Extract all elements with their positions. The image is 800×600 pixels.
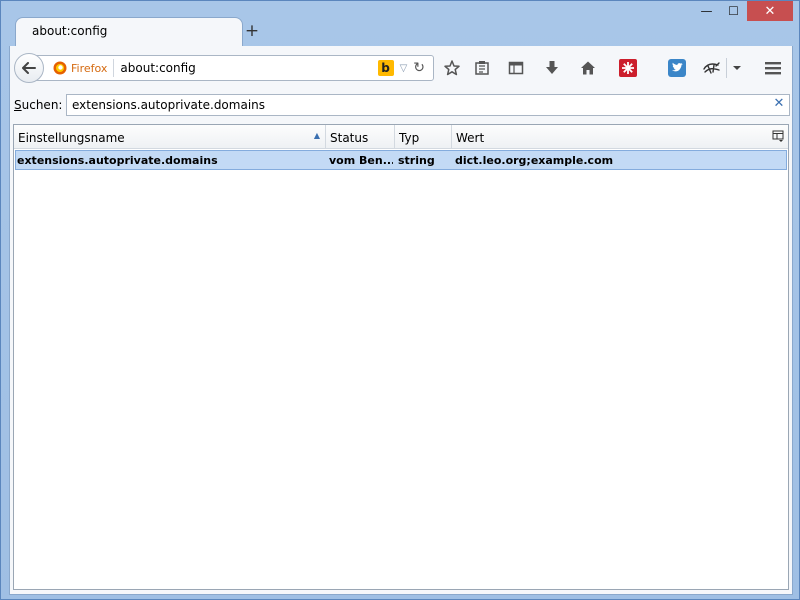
- firefox-icon: [53, 61, 67, 75]
- config-tree[interactable]: Einstellungsname ▲ Status Typ Wert exten…: [13, 124, 789, 590]
- identity-label: Firefox: [71, 61, 108, 75]
- column-picker-icon[interactable]: [772, 130, 784, 142]
- search-row: Suchen: ✕: [9, 88, 793, 122]
- lastpass-icon[interactable]: [617, 57, 639, 79]
- extension-dropdown-icon[interactable]: [729, 57, 745, 79]
- home-icon[interactable]: [577, 57, 599, 79]
- column-header-type[interactable]: Typ: [395, 125, 452, 149]
- dropdown-icon[interactable]: ▽: [400, 63, 408, 74]
- identity-box[interactable]: Firefox: [53, 59, 115, 77]
- back-button[interactable]: [14, 53, 44, 83]
- bing-icon[interactable]: b: [377, 60, 394, 76]
- minimize-button[interactable]: —: [693, 1, 720, 21]
- browser-window: — ☐ ✕ about:config + Firefox about:confi…: [0, 0, 800, 600]
- window-controls: — ☐ ✕: [693, 1, 793, 23]
- toolbar-separator: [726, 58, 727, 78]
- back-arrow-icon: [22, 62, 36, 74]
- maximize-button[interactable]: ☐: [720, 1, 747, 21]
- column-header-value[interactable]: Wert: [452, 125, 788, 149]
- tree-header: Einstellungsname ▲ Status Typ Wert: [14, 125, 788, 149]
- reload-icon[interactable]: ↻: [413, 60, 425, 76]
- column-header-status[interactable]: Status: [326, 125, 395, 149]
- search-input[interactable]: [66, 94, 790, 116]
- column-header-name[interactable]: Einstellungsname ▲: [14, 125, 326, 149]
- tab-title: about:config: [32, 24, 108, 38]
- pref-status-cell: vom Ben...: [329, 154, 393, 167]
- new-tab-button[interactable]: +: [243, 21, 261, 41]
- download-icon[interactable]: [541, 57, 563, 79]
- clear-search-icon[interactable]: ✕: [772, 97, 786, 111]
- sidebar-icon[interactable]: [505, 57, 527, 79]
- close-button[interactable]: ✕: [747, 1, 793, 21]
- table-row[interactable]: extensions.autoprivate.domains vom Ben..…: [15, 150, 787, 170]
- tab-about-config[interactable]: about:config: [15, 17, 243, 47]
- bookmark-star-icon[interactable]: [441, 57, 463, 79]
- menu-icon[interactable]: [762, 57, 784, 79]
- url-text[interactable]: about:config: [120, 61, 377, 75]
- reading-list-icon[interactable]: [471, 57, 493, 79]
- extension-icon[interactable]: [701, 57, 723, 79]
- twitter-icon[interactable]: [666, 57, 688, 79]
- sort-ascending-icon: ▲: [313, 131, 320, 140]
- config-tree-container: Einstellungsname ▲ Status Typ Wert exten…: [9, 122, 793, 595]
- pref-type-cell: string: [398, 154, 435, 167]
- pref-name-cell: extensions.autoprivate.domains: [17, 154, 218, 167]
- search-label: Suchen:: [14, 98, 63, 112]
- url-bar[interactable]: Firefox about:config b ▽ ↻: [36, 55, 434, 81]
- pref-value-cell: dict.leo.org;example.com: [455, 154, 614, 167]
- navigation-toolbar: Firefox about:config b ▽ ↻: [9, 46, 793, 88]
